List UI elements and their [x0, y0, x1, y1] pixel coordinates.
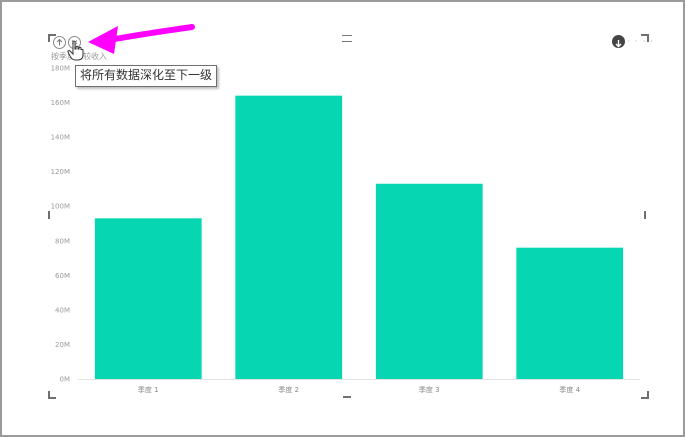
y-tick-label: 100M: [51, 203, 70, 211]
x-tick-label: 季度 3: [419, 385, 440, 394]
y-tick-label: 0M: [60, 376, 71, 384]
y-tick-label: 40M: [55, 306, 70, 314]
bar[interactable]: [235, 95, 343, 380]
y-axis: 0M 20M 40M 60M 80M 100M 120M 140M 160M 180M: [51, 65, 70, 384]
y-tick-label: 60M: [55, 272, 70, 280]
drill-down-tooltip: 将所有数据深化至下一级: [75, 65, 218, 87]
bar[interactable]: [94, 218, 202, 379]
bar[interactable]: [516, 247, 624, 379]
bar[interactable]: [375, 183, 483, 379]
x-axis: 季度 1 季度 2 季度 3 季度 4: [138, 385, 581, 394]
x-tick-label: 季度 1: [138, 385, 159, 394]
bar-series: [94, 95, 624, 380]
x-tick-label: 季度 4: [559, 385, 580, 394]
y-tick-label: 140M: [51, 134, 70, 142]
y-tick-label: 180M: [51, 65, 70, 73]
magenta-arrow-icon: [88, 24, 195, 54]
y-tick-label: 120M: [51, 168, 70, 176]
y-tick-label: 20M: [55, 341, 70, 349]
y-tick-label: 80M: [55, 237, 70, 245]
x-tick-label: 季度 2: [278, 385, 299, 394]
hand-pointer-icon: [67, 40, 84, 61]
y-tick-label: 160M: [51, 99, 70, 107]
